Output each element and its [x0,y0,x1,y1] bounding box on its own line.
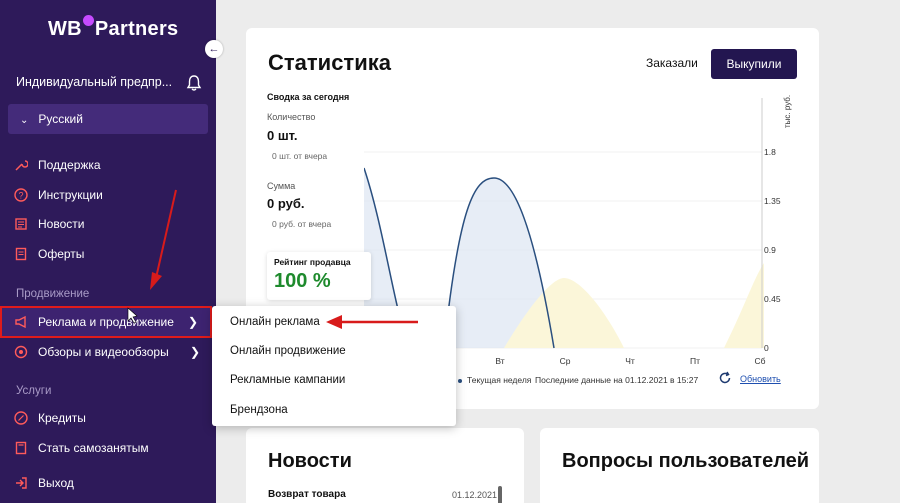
section-label-promo: Продвижение [16,288,90,300]
y-axis-label: тыс. руб. [783,95,792,128]
statistics-title: Статистика [268,50,391,75]
chevron-down-icon: ⌄ [20,115,29,126]
chevron-right-icon: ❯ [189,345,200,359]
x-tick-label: Чт [625,356,635,366]
x-tick-label: Вт [495,356,504,366]
quantity-delta: 0 шт. от вчера [272,151,328,161]
logo-left: WB [48,18,82,40]
ads-submenu: Онлайн реклама Онлайн продвижение Реклам… [212,306,456,426]
seller-rating-label: Рейтинг продавца [274,257,351,267]
sum-delta: 0 руб. от вчера [272,219,332,229]
sum-label: Сумма [267,181,296,191]
x-tick-label: Пт [690,356,700,366]
sidebar-item-label: Выход [38,476,74,490]
logout-icon [16,477,27,489]
sidebar-item-reviews[interactable]: Обзоры и видеообзоры ❯ [14,342,204,362]
org-name[interactable]: Индивидуальный предпр... [16,75,172,89]
submenu-online-ads[interactable]: Онлайн реклама [230,316,320,328]
language-label: Русский [38,112,83,126]
last-data-timestamp: Последние данные на 01.12.2021 в 15:27 [535,375,699,385]
tab-bought[interactable]: Выкупили [711,49,797,79]
y-tick-label: 0 [764,343,769,353]
question-icon: ? [14,188,28,202]
sidebar-item-label: Обзоры и видеообзоры [38,345,169,359]
calculator-icon [15,441,27,455]
news-scrollbar[interactable] [498,486,502,503]
sidebar-item-label: Оферты [38,247,85,261]
sidebar-item-support[interactable]: Поддержка [14,153,101,177]
bell-icon[interactable] [186,74,202,92]
wrench-icon [15,160,28,171]
news-item-date: 01.12.2021 [452,490,498,500]
submenu-ad-campaigns[interactable]: Рекламные кампании [230,374,345,386]
news-item-title[interactable]: Возврат товара [268,489,346,500]
sidebar-item-offers[interactable]: Оферты [14,242,84,266]
sidebar-item-label: Реклама и продвижение [38,315,174,329]
reviews-icon [14,345,28,359]
language-select[interactable]: ⌄ Русский [8,104,208,134]
y-tick-label: 0.9 [764,245,776,255]
chevron-right-icon: ❯ [187,315,198,329]
quantity-value: 0 шт. [267,128,298,143]
sidebar-item-label: Кредиты [38,411,86,425]
legend-dot-icon [458,378,462,383]
x-tick-label: Ср [560,356,571,366]
sidebar-item-label: Инструкции [38,188,103,202]
megaphone-icon [15,315,26,329]
sidebar: WB Partners Индивидуальный предпр... ⌄ Рус… [0,0,216,503]
svg-text:?: ? [18,191,23,201]
collapse-sidebar-arrow-icon[interactable]: ← [205,40,223,58]
y-tick-label: 1.35 [764,196,781,206]
refresh-link[interactable]: Обновить [740,374,781,384]
area-yellow-2 [724,263,764,348]
sidebar-item-credits[interactable]: Кредиты [14,406,86,430]
y-tick-label: 0.45 [764,294,781,304]
sidebar-item-instructions[interactable]: ? Инструкции [14,183,103,207]
logo-dot-icon [82,15,94,26]
submenu-brand-zone[interactable]: Брендзона [230,404,288,416]
questions-card: Вопросы пользователей [540,428,819,503]
news-card: Новости Возврат товара 01.12.2021 [246,428,524,503]
questions-title: Вопросы пользователей [562,450,810,472]
sidebar-item-label: Стать самозанятым [38,441,149,455]
percent-icon [14,411,28,425]
sum-value: 0 руб. [267,196,305,211]
quantity-label: Количество [267,112,316,122]
sidebar-item-self-employed[interactable]: Стать самозанятым [14,436,149,460]
summary-title: Сводка за сегодня [267,92,350,102]
sidebar-item-ads[interactable]: Реклама и продвижение ❯ [0,306,212,338]
y-tick-label: 1.8 [764,147,776,157]
submenu-online-promotion[interactable]: Онлайн продвижение [230,345,346,357]
legend-current-week: Текущая неделя [467,375,532,385]
sidebar-item-logout[interactable]: Выход [14,471,74,495]
sidebar-item-label: Новости [38,217,85,231]
chart-legend: Текущая неделя [458,375,531,385]
logo[interactable]: WB Partners [48,15,179,41]
tab-ordered[interactable]: Заказали [646,56,698,70]
x-tick-label: Сб [754,356,765,366]
section-label-services: Услуги [16,385,52,397]
sidebar-item-label: Поддержка [38,158,101,172]
seller-rating-card: Рейтинг продавца 100 % [267,252,371,300]
newspaper-icon [15,218,27,230]
document-icon [15,247,27,261]
sidebar-item-news[interactable]: Новости [14,212,84,236]
refresh-icon[interactable] [718,371,732,385]
logo-right: Partners [94,18,179,40]
news-title: Новости [268,450,352,472]
seller-rating-value: 100 % [274,270,331,292]
